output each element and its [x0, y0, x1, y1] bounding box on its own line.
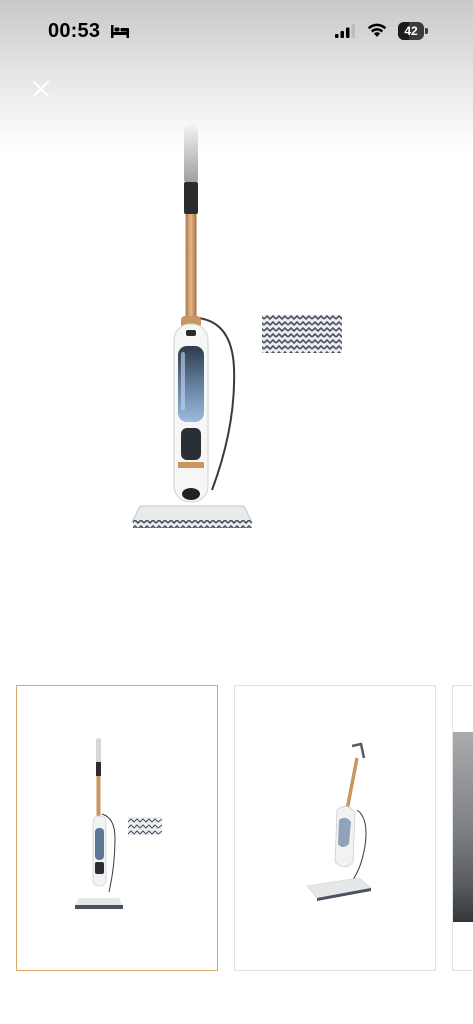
steam-mop-in-room-thumbnail — [453, 732, 473, 922]
thumbnail-strip — [0, 685, 473, 972]
thumbnail-3[interactable] — [452, 685, 473, 971]
battery-cap — [425, 28, 428, 34]
steam-mop-angled-thumbnail — [306, 742, 372, 901]
thumbnail-1[interactable] — [16, 685, 218, 971]
cellular-signal-icon — [335, 24, 355, 38]
steam-mop-illustration — [131, 124, 342, 528]
close-button[interactable] — [26, 74, 56, 104]
bed-icon — [111, 25, 129, 38]
steam-mop-with-pad-thumbnail — [75, 738, 163, 909]
status-time: 00:53 — [48, 20, 101, 42]
status-bar: 00:53 42 — [0, 0, 473, 62]
battery-percent: 42 — [404, 24, 418, 38]
main-product-image[interactable] — [0, 110, 473, 560]
battery-icon: 42 — [398, 22, 428, 40]
wifi-icon — [367, 23, 387, 37]
thumbnail-2[interactable] — [234, 685, 436, 971]
close-icon — [32, 80, 50, 98]
